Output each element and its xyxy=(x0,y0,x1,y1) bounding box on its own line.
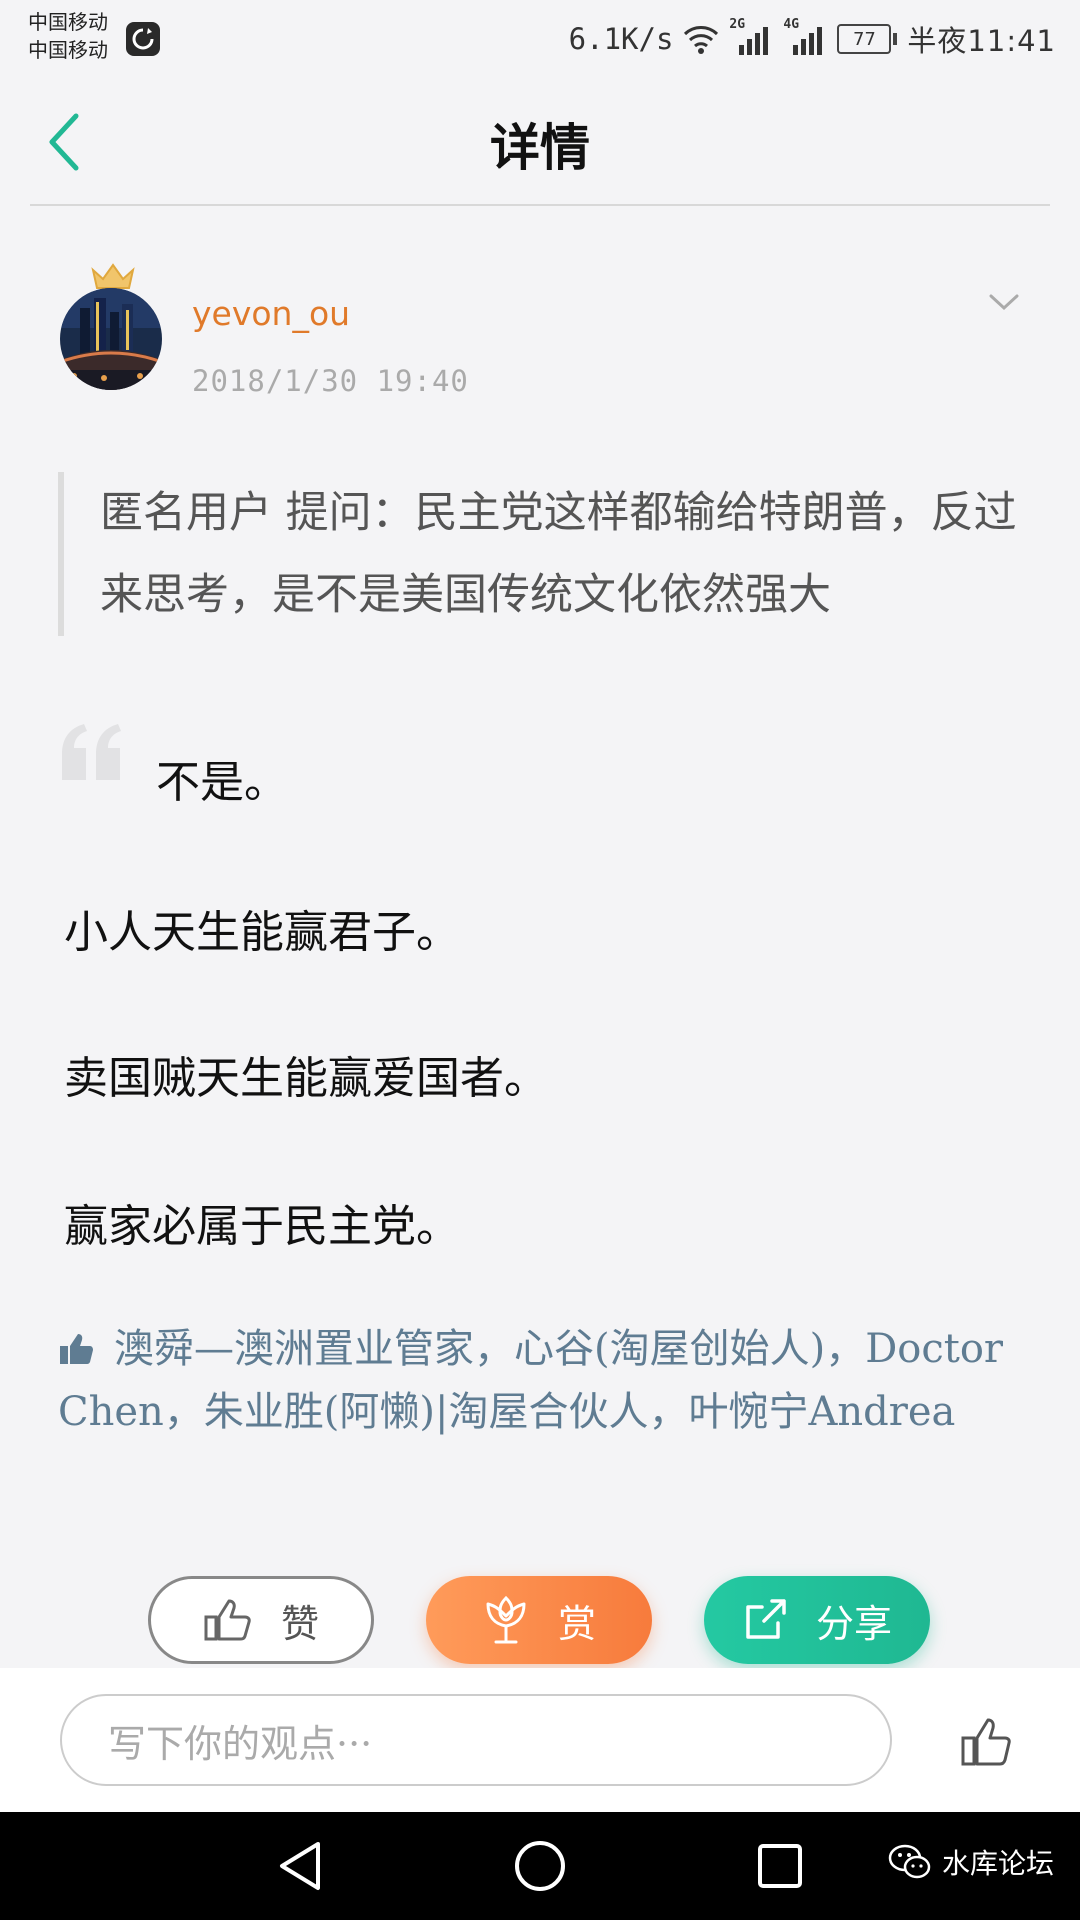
header: 详情 xyxy=(0,78,1080,206)
likes-list: 澳舜—澳洲置业管家，心谷(淘屋创始人)，Doctor Chen，朱业胜(阿懒)|… xyxy=(58,1318,1008,1444)
answer-line: 卖国贼天生能赢爱国者。 xyxy=(64,1053,548,1104)
like-label: 赞 xyxy=(280,1601,319,1646)
share-icon xyxy=(746,1599,786,1639)
answer-line: 赢家必属于民主党。 xyxy=(64,1201,460,1252)
watermark: 水库论坛 xyxy=(888,1842,1054,1882)
signal-sim2-icon: 4G xyxy=(783,17,827,57)
thumbs-up-icon[interactable] xyxy=(960,1716,1014,1768)
network-speed: 6.1K/s xyxy=(568,22,674,56)
page-title: 详情 xyxy=(490,119,590,177)
comment-input[interactable]: 写下你的观点··· xyxy=(60,1694,892,1786)
thumbs-up-icon xyxy=(60,1334,93,1364)
carrier-1: 中国移动 xyxy=(28,10,108,34)
share-button[interactable]: 分享 xyxy=(704,1576,930,1664)
avatar[interactable] xyxy=(60,288,162,390)
sync-icon xyxy=(126,22,160,56)
carrier-2: 中国移动 xyxy=(28,38,108,62)
nav-recents-icon[interactable] xyxy=(752,1838,808,1894)
status-bar: 中国移动 中国移动 6.1K/s 2G 4G 77 半夜11:41 xyxy=(0,0,1080,78)
likes-names[interactable]: 澳舜—澳洲置业管家，心谷(淘屋创始人)，Doctor Chen，朱业胜(阿懒)|… xyxy=(58,1326,1003,1435)
comment-bar: 写下你的观点··· xyxy=(0,1668,1080,1812)
clock: 半夜11:41 xyxy=(907,24,1056,58)
thumbs-up-icon xyxy=(204,1599,251,1641)
battery-level: 77 xyxy=(837,24,892,54)
signal-sim1-icon: 2G xyxy=(729,17,773,57)
like-button[interactable]: 赞 xyxy=(148,1576,374,1664)
watermark-text: 水库论坛 xyxy=(942,1847,1055,1880)
system-nav-bar: 水库论坛 xyxy=(0,1812,1080,1920)
answer-line: 不是。 xyxy=(156,757,288,808)
reward-button[interactable]: 赏 xyxy=(426,1576,652,1664)
battery-icon: 77 xyxy=(837,24,898,54)
share-label: 分享 xyxy=(815,1601,892,1646)
nav-home-icon[interactable] xyxy=(512,1838,568,1894)
wechat-icon xyxy=(888,1844,931,1879)
header-divider xyxy=(30,204,1050,206)
status-indicators: 6.1K/s 2G 4G 77 半夜11:41 xyxy=(569,14,1056,64)
carrier-labels: 中国移动 中国移动 xyxy=(28,8,108,64)
post-timestamp: 2018/1/30 19:40 xyxy=(192,364,469,398)
nav-back-icon[interactable] xyxy=(272,1838,328,1894)
reward-label: 赏 xyxy=(557,1601,596,1646)
author-name[interactable]: yevon_ou xyxy=(192,294,350,333)
wifi-icon xyxy=(684,26,719,54)
question-quote: 匿名用户 提问：民主党这样都输给特朗普，反过来思考，是不是美国传统文化依然强大 xyxy=(58,472,1050,636)
flower-icon xyxy=(486,1595,526,1644)
answer-line: 小人天生能赢君子。 xyxy=(64,907,460,958)
chevron-down-icon[interactable] xyxy=(988,290,1020,314)
quote-mark-icon xyxy=(62,724,121,780)
author-avatar-group[interactable] xyxy=(58,262,164,392)
